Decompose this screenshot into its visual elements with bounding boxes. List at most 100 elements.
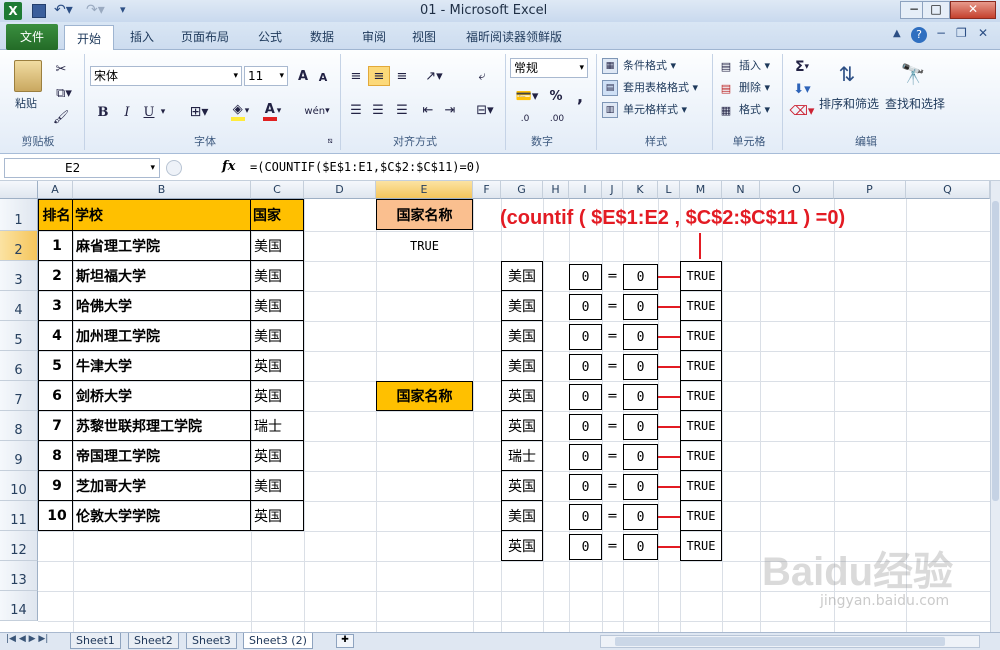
table-cell[interactable]: 麻省理工学院 [73,231,251,261]
conditional-format-button[interactable]: 条件格式 ▾ [622,56,677,76]
cell-m[interactable]: TRUE [680,381,722,411]
expand-handle-icon[interactable] [166,160,182,176]
cell-k[interactable]: 0 [623,384,658,410]
cell-j[interactable]: = [602,531,623,561]
merge-center-icon[interactable]: ⊟▾ [470,100,500,120]
autosum-icon[interactable]: Σ ▾ [788,58,816,76]
fill-icon[interactable]: ⬇▾ [788,80,816,98]
cell-j[interactable]: = [602,321,623,351]
table-cell[interactable]: 伦敦大学学院 [73,501,251,531]
insert-sheet-icon[interactable]: ✚ [336,634,354,648]
cell-j[interactable]: = [602,291,623,321]
table-header-cell[interactable]: 国家 [251,199,304,231]
cell-g[interactable]: 瑞士 [501,441,543,471]
col-header[interactable]: G [501,181,543,199]
doc-restore-button[interactable]: ❐ [956,26,967,40]
col-header[interactable]: I [569,181,602,199]
table-cell[interactable]: 瑞士 [251,411,304,441]
col-header[interactable]: Q [906,181,990,199]
tab-home[interactable]: 开始 [64,25,114,51]
format-painter-icon[interactable]: 🖌 [52,108,70,126]
select-all-corner[interactable] [0,181,38,199]
customize-qat-icon[interactable]: ▾ [120,3,126,16]
delete-cells-button[interactable]: 删除 ▾ [738,78,771,98]
format-cells-icon[interactable]: ▦ [718,102,734,118]
row-header[interactable]: 9 [0,441,38,471]
bold-button[interactable]: B [94,102,112,122]
cell-m[interactable]: TRUE [680,501,722,531]
underline-button[interactable]: U [140,102,158,122]
clear-icon[interactable]: ⌫▾ [788,102,816,120]
col-header[interactable]: B [73,181,251,199]
align-right-icon[interactable]: ☰ [392,100,412,120]
cell-styles-button[interactable]: 单元格样式 ▾ [622,100,688,120]
tab-data[interactable]: 数据 [302,24,342,50]
cell-g[interactable]: 美国 [501,501,543,531]
cell-m[interactable]: TRUE [680,261,722,291]
table-cell[interactable]: 1 [38,231,73,261]
table-cell[interactable]: 4 [38,321,73,351]
cell-k[interactable]: 0 [623,354,658,380]
cell-g[interactable]: 英国 [501,411,543,441]
orientation-icon[interactable]: ↗▾ [420,66,448,86]
wrap-text-icon[interactable]: ⤶ [472,66,492,86]
col-header[interactable]: D [304,181,376,199]
name-box[interactable]: E2 ▾ [4,158,160,178]
cell-e7[interactable]: 国家名称 [376,381,473,411]
tab-review[interactable]: 审阅 [354,24,394,50]
delete-cells-icon[interactable]: ▤ [718,80,734,96]
cell-g[interactable]: 英国 [501,381,543,411]
cell-i[interactable]: 0 [569,504,602,530]
cell-j[interactable]: = [602,381,623,411]
table-cell[interactable]: 8 [38,441,73,471]
borders-icon[interactable]: ⊞▾ [184,102,214,122]
insert-function-button[interactable]: fx [222,159,235,174]
cell-m[interactable]: TRUE [680,441,722,471]
table-cell[interactable]: 牛津大学 [73,351,251,381]
row-header[interactable]: 5 [0,321,38,351]
cell-k[interactable]: 0 [623,474,658,500]
cell-j[interactable]: = [602,471,623,501]
tab-page-layout[interactable]: 页面布局 [172,24,238,50]
cell-j[interactable]: = [602,261,623,291]
table-cell[interactable]: 英国 [251,381,304,411]
cell-j[interactable]: = [602,411,623,441]
paste-icon[interactable] [14,60,42,92]
col-header[interactable]: H [543,181,569,199]
table-cell[interactable]: 5 [38,351,73,381]
table-cell[interactable]: 6 [38,381,73,411]
format-cells-button[interactable]: 格式 ▾ [738,100,771,120]
table-cell[interactable]: 9 [38,471,73,501]
align-center-icon[interactable]: ☰ [368,100,388,120]
col-header[interactable]: F [473,181,501,199]
table-cell[interactable]: 英国 [251,441,304,471]
cell-i[interactable]: 0 [569,264,602,290]
table-cell[interactable]: 芝加哥大学 [73,471,251,501]
table-cell[interactable]: 斯坦福大学 [73,261,251,291]
decrease-decimal-button[interactable]: .00 [544,110,570,128]
table-cell[interactable]: 加州理工学院 [73,321,251,351]
cell-k[interactable]: 0 [623,444,658,470]
cell-g[interactable]: 英国 [501,471,543,501]
row-header[interactable]: 2 [0,231,38,261]
table-cell[interactable]: 美国 [251,321,304,351]
row-header[interactable]: 6 [0,351,38,381]
ribbon-minimize-icon[interactable]: ▲ [893,28,901,39]
font-size-combo[interactable]: 11 ▾ [244,66,288,86]
cell-g[interactable]: 英国 [501,531,543,561]
cell-i[interactable]: 0 [569,474,602,500]
doc-close-button[interactable]: ✕ [978,26,988,40]
align-middle-icon[interactable]: ≡ [368,66,390,86]
find-select-icon[interactable]: 🔭 [898,58,928,90]
comma-button[interactable]: , [572,86,588,106]
table-cell[interactable]: 哈佛大学 [73,291,251,321]
table-cell[interactable]: 美国 [251,291,304,321]
row-header[interactable]: 11 [0,501,38,531]
font-color-icon[interactable]: A ▾ [258,100,286,122]
formula-input[interactable]: =(COUNTIF($E$1:E1,$C$2:$C$11)=0) [250,160,481,174]
row-header[interactable]: 1 [0,199,38,231]
first-sheet-icon[interactable]: |◀ ◀ ▶ ▶| [6,634,48,644]
shrink-font-icon[interactable]: A [315,68,331,86]
table-cell[interactable]: 苏黎世联邦理工学院 [73,411,251,441]
row-header[interactable]: 4 [0,291,38,321]
